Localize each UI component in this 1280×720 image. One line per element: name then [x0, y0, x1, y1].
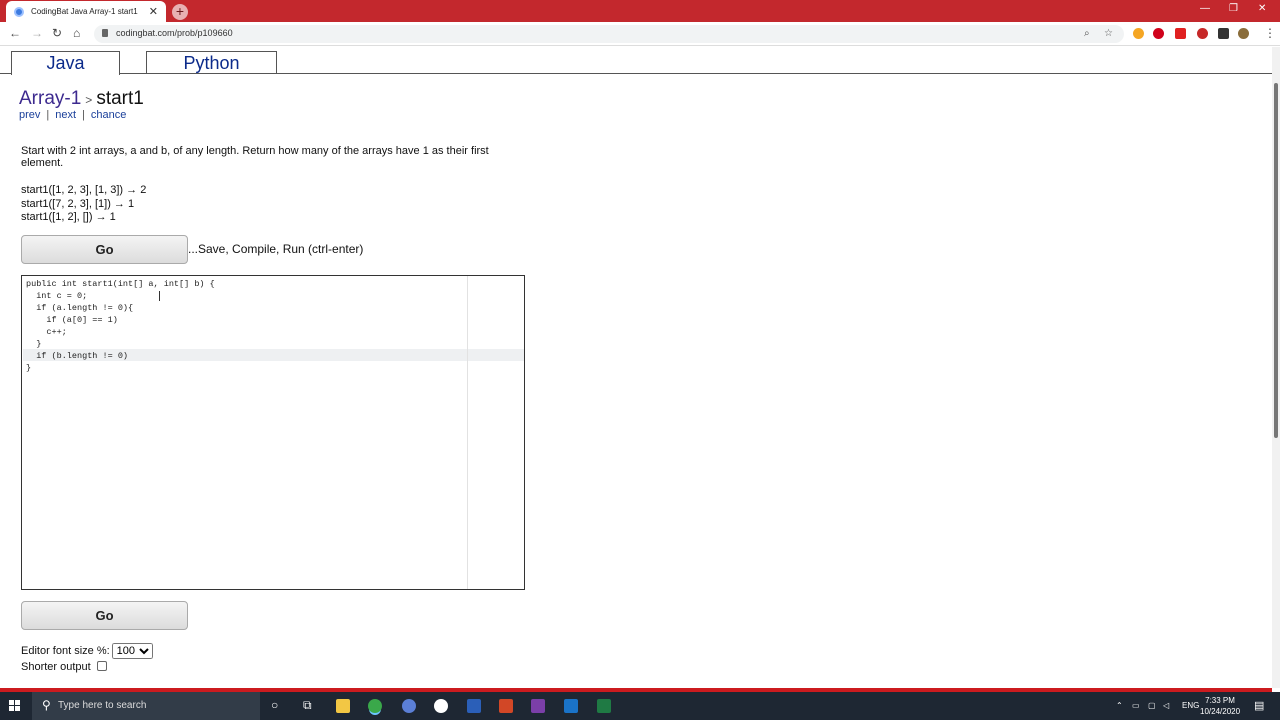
bookmark-star-icon[interactable]: ☆ — [1104, 28, 1113, 39]
reload-icon[interactable]: ↻ — [52, 26, 62, 40]
url-text: codingbat.com/prob/p109660 — [116, 28, 233, 38]
close-window-button[interactable]: ✕ — [1258, 3, 1266, 14]
excel-icon[interactable] — [597, 699, 611, 713]
zoom-icon[interactable]: ⌕ — [1084, 28, 1090, 39]
taskbar-clock[interactable]: 7:33 PM 10/24/2020 — [1200, 695, 1240, 717]
minimize-button[interactable]: — — [1200, 3, 1210, 14]
forward-icon[interactable]: → — [31, 26, 43, 40]
text-cursor — [159, 291, 160, 301]
tray-chevron-icon[interactable]: ⌃ — [1116, 701, 1123, 710]
example-line: start1([7, 2, 3], [1]) → 1 — [21, 197, 135, 210]
browser-titlebar: CodingBat Java Array-1 start1 ✕ + — ❐ ✕ — [0, 0, 1280, 22]
code-text[interactable]: public int start1(int[] a, int[] b) { in… — [26, 278, 215, 374]
volume-icon[interactable]: ◁ — [1163, 701, 1169, 710]
scrollbar-thumb[interactable] — [1274, 83, 1278, 438]
address-bar: ← → ↻ ⌂ codingbat.com/prob/p109660 ⌕ ☆ ⋮ — [0, 22, 1280, 46]
breadcrumb-group-link[interactable]: Array-1 — [19, 88, 81, 109]
breadcrumb: Array-1 > start1 — [19, 88, 144, 110]
shorter-output-setting: Shorter output — [21, 661, 107, 673]
windows-taskbar: ⚲ Type here to search ○ ⧉ ⌃ ▭ ▢ ◁ ENG 7:… — [0, 692, 1280, 720]
shorter-output-label: Shorter output — [21, 661, 91, 673]
example-line: start1([1, 2], []) → 1 — [21, 211, 116, 223]
tab-java[interactable]: Java — [11, 51, 120, 75]
problem-nav: prev | next | chance — [19, 109, 126, 121]
new-tab-button[interactable]: + — [172, 4, 188, 20]
chance-link[interactable]: chance — [91, 109, 126, 121]
chrome-icon[interactable] — [368, 699, 382, 713]
browser-tab[interactable]: CodingBat Java Array-1 start1 ✕ — [6, 1, 166, 22]
page-title: start1 — [96, 88, 144, 109]
profile-avatar[interactable] — [1238, 28, 1249, 39]
problem-examples: start1([1, 2, 3], [1, 3]) → 2 start1([7,… — [21, 184, 146, 225]
favicon-icon — [14, 6, 24, 17]
font-size-label: Editor font size %: — [21, 645, 110, 657]
back-icon[interactable]: ← — [9, 26, 21, 40]
search-placeholder: Type here to search — [58, 700, 147, 711]
adblock-icon[interactable] — [1153, 28, 1164, 39]
nav-separator: | — [82, 109, 85, 121]
shorter-output-checkbox[interactable] — [96, 661, 107, 671]
language-indicator[interactable]: ENG — [1182, 701, 1199, 710]
lock-icon — [102, 29, 108, 37]
extension-icon[interactable] — [1133, 28, 1144, 39]
extensions-puzzle-icon[interactable] — [1218, 28, 1229, 39]
home-icon[interactable]: ⌂ — [73, 26, 80, 40]
page-content: Java Python Array-1 > start1 prev | next | cha… — [0, 47, 1272, 693]
word-icon[interactable] — [467, 699, 481, 713]
go-hint: ...Save, Compile, Run (ctrl-enter) — [188, 242, 364, 256]
network-icon[interactable]: ▢ — [1148, 701, 1156, 710]
page-scrollbar[interactable] — [1272, 47, 1280, 688]
tab-title: CodingBat Java Array-1 start1 — [31, 7, 138, 16]
prev-link[interactable]: prev — [19, 109, 40, 121]
problem-description: Start with 2 int arrays, a and b, of any… — [21, 145, 489, 169]
print-margin — [467, 276, 468, 589]
code-editor[interactable]: public int start1(int[] a, int[] b) { in… — [21, 275, 525, 590]
onenote-icon[interactable] — [531, 699, 545, 713]
file-explorer-icon[interactable] — [336, 699, 350, 713]
go-button[interactable]: Go — [21, 235, 188, 264]
taskbar-search[interactable]: ⚲ Type here to search — [32, 692, 260, 720]
nav-separator: | — [46, 109, 50, 121]
example-line: start1([1, 2, 3], [1, 3]) → 2 — [21, 184, 147, 196]
cortana-icon[interactable]: ○ — [271, 698, 278, 712]
breadcrumb-separator: > — [85, 93, 93, 107]
youtube-extension-icon[interactable] — [1175, 28, 1186, 39]
windows-start-icon[interactable] — [9, 700, 21, 712]
next-link[interactable]: next — [55, 109, 76, 121]
task-view-icon[interactable]: ⧉ — [303, 698, 312, 713]
url-field[interactable]: codingbat.com/prob/p109660 ⌕ ☆ — [94, 25, 1124, 43]
github-icon[interactable] — [434, 699, 448, 713]
clock-time: 7:33 PM — [1205, 696, 1235, 705]
tray-app-icon[interactable]: ▭ — [1132, 701, 1140, 710]
tab-python[interactable]: Python — [146, 51, 277, 74]
restore-button[interactable]: ❐ — [1229, 3, 1238, 14]
font-size-setting: Editor font size %: 100 — [21, 643, 153, 659]
notifications-icon[interactable]: ▤ — [1254, 699, 1264, 712]
extension-icon-2[interactable] — [1197, 28, 1208, 39]
clock-date: 10/24/2020 — [1200, 707, 1241, 716]
search-icon: ⚲ — [42, 698, 51, 712]
menu-dots-icon[interactable]: ⋮ — [1264, 26, 1276, 40]
powerpoint-icon[interactable] — [499, 699, 513, 713]
go-button-bottom[interactable]: Go — [21, 601, 188, 630]
tab-close-icon[interactable]: ✕ — [149, 5, 158, 18]
font-size-select[interactable]: 100 — [111, 643, 153, 659]
outlook-icon[interactable] — [564, 699, 578, 713]
app-icon[interactable] — [402, 699, 416, 713]
